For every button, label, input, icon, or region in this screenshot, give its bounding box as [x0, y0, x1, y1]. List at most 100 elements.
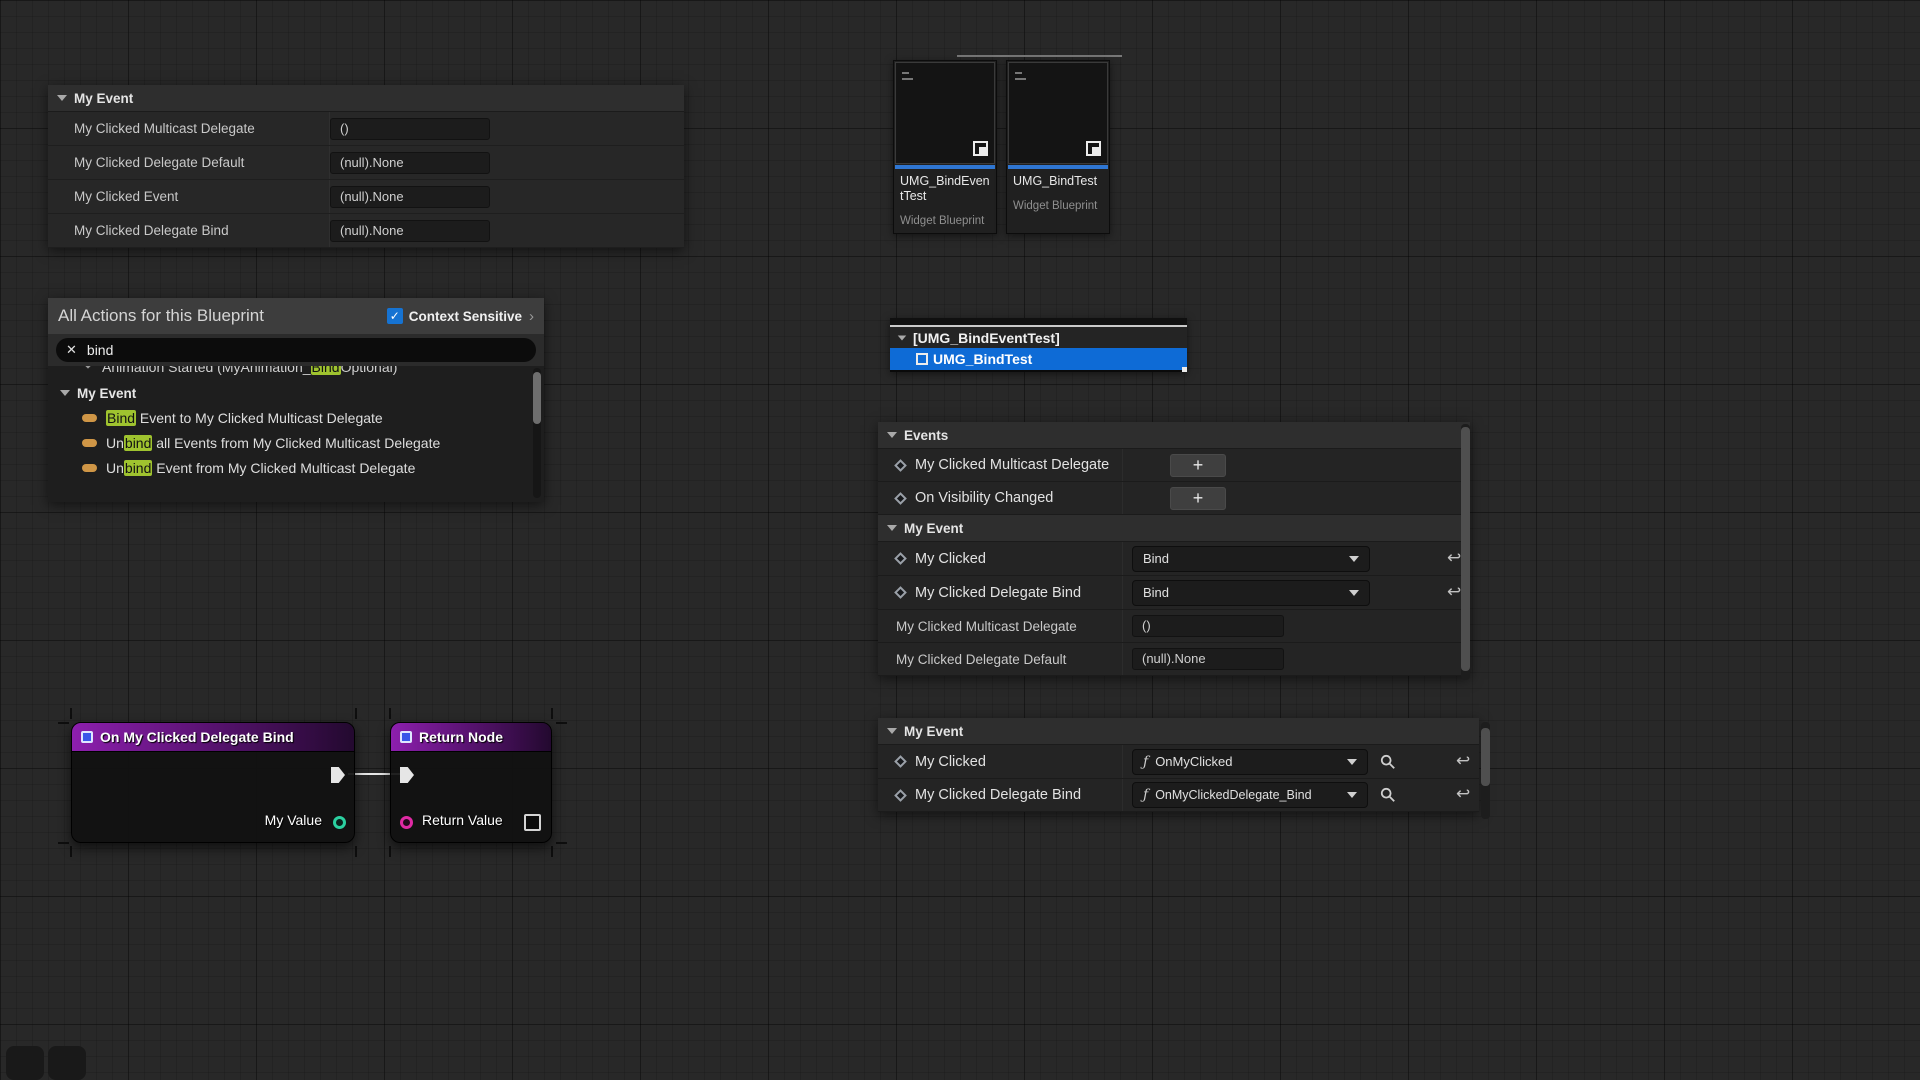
action-text: all Events from My Clicked Multicast Del…	[152, 435, 440, 451]
grid-tick	[556, 722, 567, 724]
asset-card-umg-bindeventtest[interactable]: UMG_BindEventTest Widget Blueprint	[893, 60, 997, 234]
action-item-unbind-event[interactable]: Unbind Event from My Clicked Multicast D…	[48, 455, 544, 480]
actions-menu-title: All Actions for this Blueprint	[58, 306, 387, 326]
reset-to-default-icon[interactable]: ↩	[1447, 550, 1461, 567]
category-label: My Event	[904, 724, 963, 739]
actions-search-bar: ✕ bind	[48, 334, 544, 366]
bind-label: My Clicked Delegate Bind	[915, 787, 1081, 803]
category-label: My Event	[904, 521, 963, 536]
event-pin-icon	[894, 552, 907, 565]
return-value-checkbox[interactable]	[524, 814, 541, 831]
hierarchy-selected-row[interactable]: UMG_BindTest	[890, 348, 1187, 372]
action-text-highlight: bind	[124, 435, 152, 451]
property-row: My Clicked Delegate Bind (null).None	[48, 214, 684, 248]
content-browser-divider	[957, 55, 1122, 57]
action-text: Un	[106, 460, 124, 476]
grid-tick	[58, 722, 69, 724]
bound-function-dropdown[interactable]: ƒ OnMyClickedDelegate_Bind	[1132, 782, 1368, 808]
action-text: Animation Started (MyAnimation_	[102, 366, 311, 375]
bind-label: My Clicked	[915, 754, 986, 770]
bind-dropdown[interactable]: Bind	[1132, 580, 1370, 606]
property-row: My Clicked Delegate Default (null).None	[48, 146, 684, 180]
property-value-field[interactable]: (null).None	[1132, 648, 1284, 670]
exec-input-pin[interactable]	[400, 767, 414, 783]
bound-function-dropdown[interactable]: ƒ OnMyClicked	[1132, 749, 1368, 775]
collapse-arrow-icon	[887, 432, 897, 438]
property-value-field[interactable]: (null).None	[330, 152, 490, 174]
browse-to-function-icon[interactable]	[1380, 787, 1396, 808]
category-label: My Event	[74, 91, 133, 106]
chevron-down-icon	[1349, 556, 1359, 562]
node-header[interactable]: On My Clicked Delegate Bind	[72, 723, 354, 752]
widget-hierarchy: [UMG_BindEventTest] UMG_BindTest	[890, 318, 1187, 372]
add-event-button[interactable]: +	[1170, 454, 1226, 477]
delegate-icon	[82, 439, 97, 447]
action-text-highlight: Bind	[311, 366, 341, 375]
property-value-field[interactable]: ()	[1132, 615, 1284, 637]
exec-output-pin[interactable]	[331, 767, 345, 783]
details-scrollbar[interactable]	[1481, 722, 1490, 819]
property-label: My Clicked Multicast Delegate	[896, 619, 1077, 634]
thumbnail-detail	[1015, 72, 1022, 74]
property-value-field[interactable]: (null).None	[330, 186, 490, 208]
details-scrollbar[interactable]	[1461, 424, 1470, 680]
node-return-node[interactable]: Return Node Return Value	[390, 722, 552, 843]
all-actions-menu: All Actions for this Blueprint ✓ Context…	[48, 298, 544, 502]
property-value-field[interactable]: (null).None	[330, 220, 490, 242]
bound-function-row: My Clicked ƒ OnMyClicked ↩	[878, 745, 1479, 779]
category-header-my-event[interactable]: My Event	[48, 85, 684, 112]
event-node-icon	[81, 731, 93, 743]
hierarchy-root-row[interactable]: [UMG_BindEventTest]	[890, 327, 1187, 348]
actions-category-my-event[interactable]: My Event	[48, 381, 544, 405]
clipped-action-item[interactable]: Animation Started (MyAnimation_BindOptio…	[48, 366, 544, 381]
collapse-arrow-icon	[887, 728, 897, 734]
event-pin-icon	[894, 755, 907, 768]
add-event-button[interactable]: +	[1170, 487, 1226, 510]
asset-type: Widget Blueprint	[1013, 200, 1103, 212]
property-row: My Clicked Multicast Delegate ()	[878, 610, 1470, 643]
context-sensitive-checkbox[interactable]: ✓	[387, 308, 403, 324]
reset-to-default-icon[interactable]: ↩	[1447, 584, 1461, 601]
dropdown-value: OnMyClickedDelegate_Bind	[1155, 788, 1311, 802]
grid-tick	[556, 842, 567, 844]
action-text-highlight: bind	[124, 460, 152, 476]
scrollbar-thumb[interactable]	[1461, 427, 1470, 671]
property-value-field[interactable]: ()	[330, 118, 490, 140]
asset-thumbnail	[895, 62, 995, 164]
collapse-arrow-icon	[887, 525, 897, 531]
search-input[interactable]: ✕ bind	[56, 338, 536, 362]
actions-menu-header: All Actions for this Blueprint ✓ Context…	[48, 298, 544, 334]
bind-label: My Clicked	[915, 551, 986, 567]
node-on-my-clicked-delegate-bind[interactable]: On My Clicked Delegate Bind My Value	[71, 722, 355, 843]
expand-options-icon[interactable]: ›	[529, 308, 534, 325]
actions-scrollbar[interactable]	[533, 368, 541, 498]
return-value-input-pin[interactable]	[400, 816, 413, 829]
reset-to-default-icon[interactable]: ↩	[1456, 786, 1470, 803]
grid-tick	[355, 708, 357, 719]
thumbnail-detail	[1015, 78, 1026, 80]
scrollbar-thumb[interactable]	[1481, 728, 1490, 786]
bind-dropdown[interactable]: Bind	[1132, 546, 1370, 572]
grid-tick	[355, 846, 357, 857]
delegate-icon	[82, 464, 97, 472]
category-header-events[interactable]: Events	[878, 422, 1470, 449]
scrollbar-thumb[interactable]	[533, 372, 541, 424]
action-item-unbind-all[interactable]: Unbind all Events from My Clicked Multic…	[48, 430, 544, 455]
asset-info: UMG_BindTest Widget Blueprint	[1007, 169, 1109, 233]
property-label: My Clicked Delegate Default	[896, 652, 1066, 667]
collapse-arrow-icon	[60, 390, 70, 396]
collapse-arrow-icon	[898, 335, 907, 340]
clear-search-icon[interactable]: ✕	[66, 342, 77, 358]
category-header-my-event[interactable]: My Event	[878, 718, 1479, 745]
delegate-icon	[82, 414, 97, 422]
browse-to-function-icon[interactable]	[1380, 754, 1396, 775]
node-header[interactable]: Return Node	[391, 723, 551, 752]
asset-card-umg-bindtest[interactable]: UMG_BindTest Widget Blueprint	[1006, 60, 1110, 234]
reset-to-default-icon[interactable]: ↩	[1456, 753, 1470, 770]
action-item-bind-event[interactable]: Bind Event to My Clicked Multicast Deleg…	[48, 405, 544, 430]
my-value-output-pin[interactable]	[333, 816, 346, 829]
event-row: On Visibility Changed +	[878, 482, 1470, 515]
category-header-my-event[interactable]: My Event	[878, 515, 1470, 542]
function-icon: ƒ	[1143, 754, 1148, 770]
dropdown-value: Bind	[1143, 551, 1169, 566]
